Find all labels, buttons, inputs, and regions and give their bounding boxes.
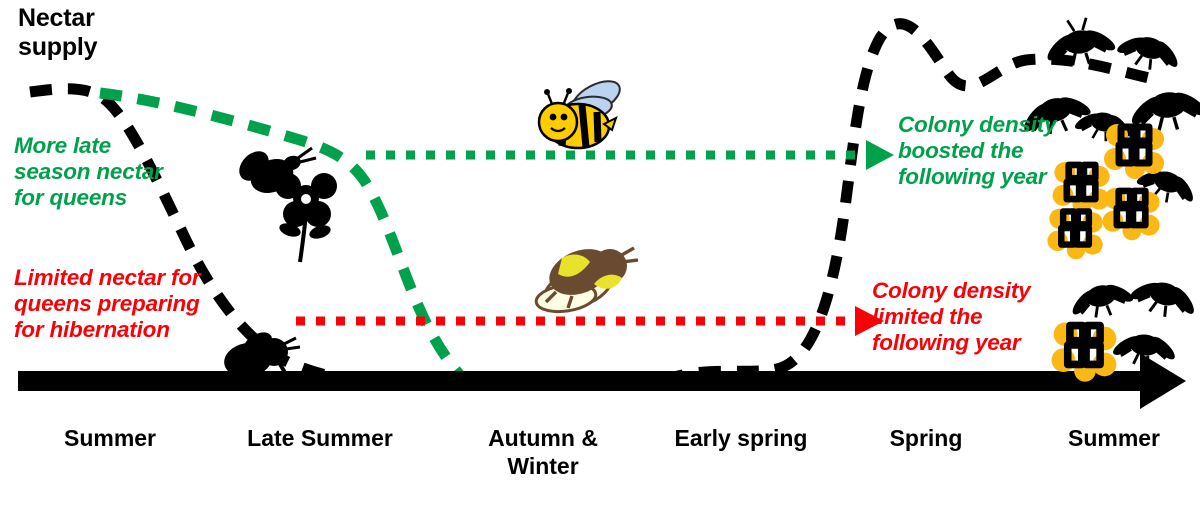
axis-label-summer-1: Summer xyxy=(63,425,157,451)
annotation-limited-nectar: Limited nectar for queens preparing for … xyxy=(14,265,201,343)
diagram-graphics xyxy=(18,17,1200,409)
bee-nest-icon xyxy=(1102,187,1160,241)
axis-label-early-spring: Early spring xyxy=(674,425,808,451)
green-arrowhead-icon xyxy=(866,140,894,170)
bee-nest-icon xyxy=(1047,208,1103,260)
hibernating-bee-icon xyxy=(534,246,639,314)
bee-silhouette-icon xyxy=(1130,282,1194,317)
bee-nest-icon xyxy=(1104,123,1164,179)
bee-silhouette-icon xyxy=(1072,284,1134,318)
annotation-colony-density-boosted: Colony density boosted the following yea… xyxy=(898,112,1057,190)
timeline-axis-arrow xyxy=(18,353,1186,409)
bee-silhouette-icon xyxy=(1117,37,1178,70)
annotation-more-late-season-nectar: More late season nectar for queens xyxy=(14,133,163,211)
annotation-colony-density-limited: Colony density limited the following yea… xyxy=(872,278,1031,356)
cartoon-bee-icon xyxy=(537,80,621,150)
axis-label-late-summer: Late Summer xyxy=(247,425,393,451)
diagram-canvas: Nectar supply More late season nectar fo… xyxy=(0,0,1200,506)
axis-label-summer-2: Summer xyxy=(1067,425,1161,451)
bee-nest-icon xyxy=(1052,161,1110,215)
bee-on-flower-silhouette-icon xyxy=(239,146,337,263)
nectar-supply-label: Nectar supply xyxy=(18,4,98,61)
axis-label-autumn-winter: Autumn & Winter xyxy=(488,425,598,480)
axis-label-spring: Spring xyxy=(889,425,963,451)
